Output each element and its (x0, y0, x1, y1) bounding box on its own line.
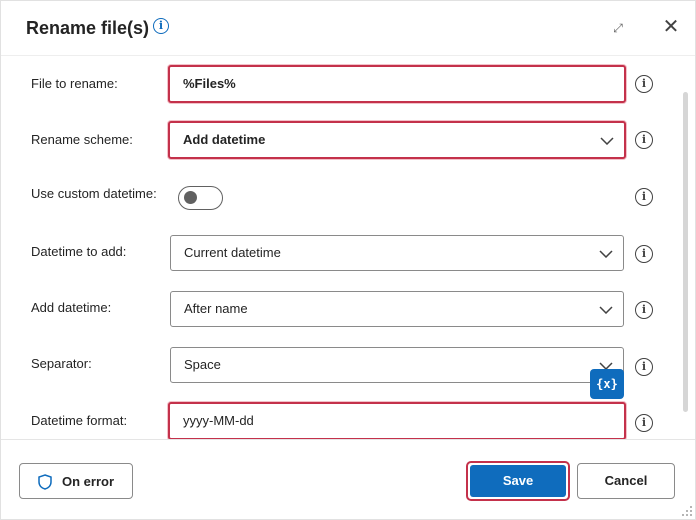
vertical-scrollbar[interactable] (683, 92, 688, 412)
dialog-footer: On error Save Cancel (1, 439, 695, 519)
datetime-to-add-label: Datetime to add: (31, 244, 127, 259)
datetime-to-add-value: Current datetime (184, 245, 281, 260)
rename-scheme-select[interactable]: Add datetime (168, 121, 626, 159)
save-button[interactable]: Save (466, 461, 570, 501)
rename-scheme-value: Add datetime (183, 132, 266, 147)
toggle-knob (184, 191, 197, 204)
use-custom-datetime-info-icon[interactable]: i (635, 188, 653, 206)
chevron-down-icon (597, 292, 615, 326)
add-datetime-info-icon[interactable]: i (635, 301, 653, 319)
rename-scheme-info-icon[interactable]: i (635, 131, 653, 149)
separator-info-icon[interactable]: i (635, 358, 653, 376)
add-datetime-value: After name (184, 301, 248, 316)
dialog-content: File to rename: %Files% i Rename scheme:… (1, 55, 695, 439)
title-info-icon[interactable]: i (153, 18, 169, 34)
add-datetime-label: Add datetime: (31, 300, 112, 315)
rename-scheme-label: Rename scheme: (31, 132, 133, 147)
datetime-to-add-info-icon[interactable]: i (635, 245, 653, 263)
datetime-format-value: yyyy-MM-dd (183, 413, 254, 428)
use-custom-datetime-toggle[interactable] (178, 186, 223, 210)
datetime-format-info-icon[interactable]: i (635, 414, 653, 432)
chevron-down-icon (597, 236, 615, 270)
dialog-header: Rename file(s) i ⤢ ✕ (1, 1, 695, 55)
on-error-button[interactable]: On error (19, 463, 133, 499)
cancel-button[interactable]: Cancel (577, 463, 675, 499)
shield-icon (38, 474, 52, 493)
separator-value: Space (184, 357, 221, 372)
datetime-to-add-select[interactable]: Current datetime (170, 235, 624, 271)
variable-picker-button[interactable]: {x} (590, 369, 624, 399)
separator-select[interactable]: Space (170, 347, 624, 383)
save-button-label: Save (470, 465, 566, 497)
on-error-label: On error (62, 474, 115, 489)
add-datetime-select[interactable]: After name (170, 291, 624, 327)
separator-label: Separator: (31, 356, 92, 371)
file-to-rename-value: %Files% (183, 76, 236, 91)
use-custom-datetime-label: Use custom datetime: (31, 186, 157, 201)
chevron-down-icon (598, 123, 616, 157)
datetime-format-label: Datetime format: (31, 413, 128, 428)
file-to-rename-info-icon[interactable]: i (635, 75, 653, 93)
resize-grip-icon[interactable] (681, 505, 693, 517)
expand-icon[interactable]: ⤢ (607, 17, 629, 39)
file-to-rename-input[interactable]: %Files% (168, 65, 626, 103)
close-icon[interactable]: ✕ (659, 15, 683, 39)
rename-files-dialog: Rename file(s) i ⤢ ✕ File to rename: %Fi… (0, 0, 696, 520)
datetime-format-input[interactable]: yyyy-MM-dd (168, 402, 626, 439)
file-to-rename-label: File to rename: (31, 76, 118, 91)
dialog-title: Rename file(s) (26, 18, 150, 38)
